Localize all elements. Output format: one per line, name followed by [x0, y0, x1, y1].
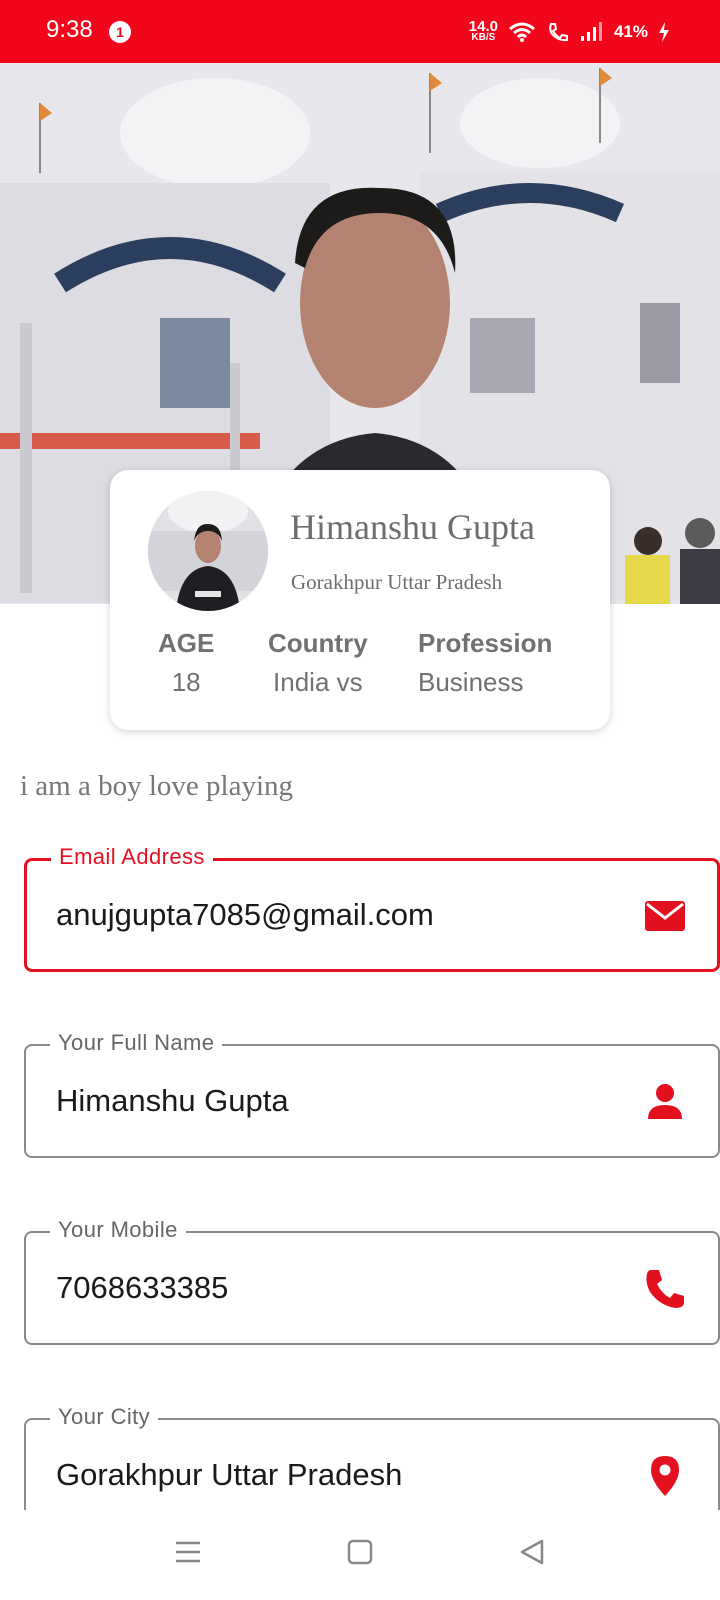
full-name-field[interactable]: Your Full Name Himanshu Gupta — [24, 1030, 720, 1158]
full-name-field-label: Your Full Name — [50, 1030, 223, 1056]
home-icon[interactable] — [340, 1532, 380, 1572]
email-field[interactable]: Email Address anujgupta7085@gmail.com — [24, 844, 720, 972]
navigation-bar — [0, 1510, 720, 1600]
profile-card: Himanshu Gupta Gorakhpur Uttar Pradesh A… — [110, 470, 610, 730]
mail-icon — [645, 901, 685, 931]
notification-badge: 1 — [109, 21, 131, 43]
signal-icon — [580, 22, 602, 41]
stat-country-label: Country — [268, 628, 368, 658]
city-field-label: Your City — [50, 1404, 159, 1430]
city-field-value[interactable]: Gorakhpur Uttar Pradesh — [56, 1457, 402, 1493]
profile-location: Gorakhpur Uttar Pradesh — [291, 570, 503, 594]
email-field-value[interactable]: anujgupta7085@gmail.com — [56, 897, 434, 933]
status-icons: 14.0 KB/S 41% — [469, 14, 670, 50]
full-name-field-value[interactable]: Himanshu Gupta — [56, 1083, 289, 1119]
stat-age-label: AGE — [158, 628, 215, 658]
status-bar: 9:38 1 14.0 KB/S 41% — [0, 0, 720, 63]
email-field-label: Email Address — [51, 844, 213, 870]
battery-level: 41% — [613, 22, 648, 41]
mobile-field-value[interactable]: 7068633385 — [56, 1270, 228, 1306]
back-icon[interactable] — [512, 1532, 552, 1572]
stat-country-value: India vs — [273, 667, 363, 697]
stat-profession-label: Profession — [418, 628, 553, 658]
network-speed-unit: KB/S — [471, 32, 496, 43]
stat-profession: Profession Business — [418, 628, 552, 698]
stat-age: AGE 18 — [158, 628, 214, 698]
mobile-field[interactable]: Your Mobile 7068633385 — [24, 1217, 720, 1345]
profile-bio: i am a boy love playing — [20, 770, 294, 802]
phone-icon — [646, 1270, 684, 1308]
stat-country: Country India vs — [268, 628, 368, 698]
status-time: 9:38 — [46, 16, 93, 43]
avatar[interactable] — [148, 491, 268, 611]
network-speed-value: 14.0 — [468, 18, 498, 35]
location-pin-icon — [651, 1456, 679, 1496]
charging-icon — [659, 22, 669, 42]
wifi-calling-icon — [549, 23, 568, 42]
menu-icon[interactable] — [168, 1532, 208, 1572]
profile-name: Himanshu Gupta — [290, 507, 535, 547]
wifi-icon — [509, 22, 535, 42]
mobile-field-label: Your Mobile — [50, 1217, 186, 1243]
person-icon — [648, 1084, 682, 1119]
stat-profession-value: Business — [418, 667, 524, 697]
stat-age-value: 18 — [171, 667, 201, 697]
network-speed: 14.0 KB/S — [468, 18, 498, 43]
